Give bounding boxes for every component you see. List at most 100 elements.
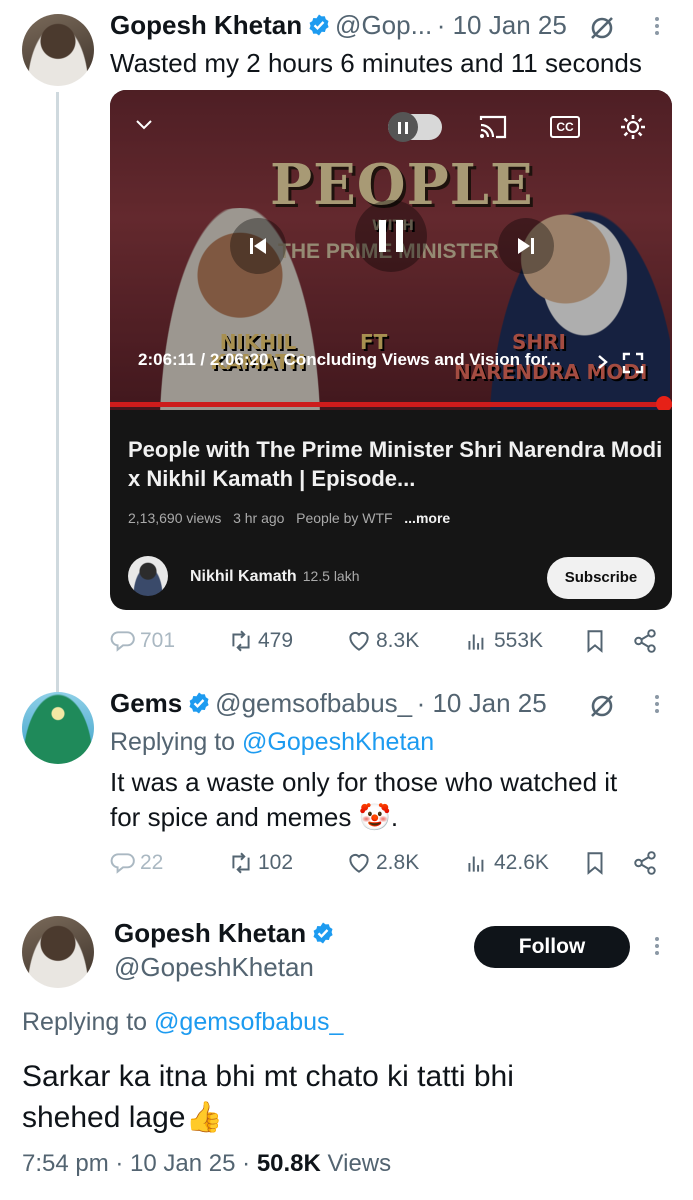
heart-icon [349,631,369,651]
author-handle[interactable]: @gemsofbabus_ [215,688,412,718]
author-avatar[interactable] [22,692,94,764]
author-name[interactable]: Gems [110,688,182,718]
author-handle[interactable]: @GopeshKhetan [114,952,314,983]
verified-badge-icon [313,922,333,944]
youtube-more-link[interactable]: ...more [404,510,450,526]
like-button[interactable]: 2.8K [346,850,419,876]
more-options-icon[interactable] [654,14,660,38]
author-name[interactable]: Gopesh Khetan [114,918,306,948]
autoplay-toggle[interactable] [388,112,442,142]
captions-button[interactable]: CC [550,116,580,138]
tweet-text: Wasted my 2 hours 6 minutes and 11 secon… [110,48,642,78]
share-icon [634,629,656,653]
video-time: 2:06:11 / 2:06:20 [138,350,269,369]
pause-button[interactable] [355,200,427,272]
skip-previous-icon [250,238,266,254]
settings-gear-icon[interactable] [618,112,648,142]
reply-button[interactable]: 22 [110,850,163,876]
retweet-count: 479 [258,629,294,652]
subscribe-button[interactable]: Subscribe [547,557,655,599]
tweet-header: Gopesh Khetan @Gop... · 10 Jan 25 [110,10,567,41]
author-handle[interactable]: @Gop... [335,10,432,40]
youtube-tags: People by WTF [296,510,393,526]
share-button[interactable] [632,850,658,876]
tweet1-action-bar: 701 479 8.3K 553K [110,628,670,660]
video-time-row: 2:06:11 / 2:06:20 · Concluding Views and… [138,350,561,370]
skip-next-icon [518,238,534,254]
channel-avatar[interactable] [128,556,168,596]
cast-icon[interactable] [478,114,508,140]
retweet-icon [232,630,250,652]
more-options-icon[interactable] [654,692,660,716]
more-options-icon[interactable] [654,934,660,958]
replying-prefix: Replying to [110,728,236,756]
youtube-video-title[interactable]: People with The Prime Minister Shri Nare… [128,435,668,493]
reply-count: 22 [140,851,164,874]
like-count: 2.8K [376,851,420,874]
analytics-icon [468,634,484,650]
replying-to-link[interactable]: @gemsofbabus_ [154,1008,343,1036]
author-avatar[interactable] [22,916,94,988]
tweet-header: Gems @gemsofbabus_ · 10 Jan 25 [110,688,547,719]
channel-info[interactable]: Nikhil Kamath 12.5 lakh [190,568,360,586]
replying-to-line: Replying to @gemsofbabus_ [22,1008,343,1037]
tweet-date[interactable]: · 10 Jan 25 [437,10,567,40]
channel-name[interactable]: Nikhil Kamath [190,568,297,585]
autoplay-pause-icon [398,122,408,134]
share-button[interactable] [632,628,658,654]
tweet-text-line-1: It was a waste only for those who watche… [110,767,618,797]
heart-icon [349,853,369,873]
collapse-chevron-icon[interactable] [132,112,156,136]
replying-to-link[interactable]: @GopeshKhetan [242,728,434,756]
thread-connector-line [56,92,59,696]
video-player[interactable]: PEOPLE WITH THE PRIME MINISTER NIKHIL KA… [110,90,672,410]
like-button[interactable]: 8.3K [346,628,419,654]
youtube-video-meta: 2,13,690 views 3 hr ago People by WTF ..… [128,510,450,526]
analytics-icon [468,856,484,872]
progress-scrubber[interactable] [656,396,672,410]
follow-button[interactable]: Follow [474,926,630,968]
bookmark-icon [587,852,603,875]
pause-icon [379,220,403,252]
views-button[interactable]: 553K [464,628,543,654]
bookmark-button[interactable] [582,850,608,876]
tweet-views-label: Views [327,1150,392,1177]
bookmark-icon [587,630,603,653]
next-button[interactable] [498,218,554,274]
bookmark-button[interactable] [582,628,608,654]
video-progress-bar[interactable] [110,396,672,410]
tweet-time[interactable]: 7:54 pm [22,1150,109,1177]
author-avatar[interactable] [22,14,94,86]
youtube-view-count: 2,13,690 views [128,510,222,526]
tweet-header: Gopesh Khetan [114,918,335,949]
reply-button[interactable]: 701 [110,628,175,654]
video-chapter[interactable]: · Concluding Views and Vision for... [273,350,560,369]
fullscreen-icon[interactable] [622,352,644,374]
tweet2-action-bar: 22 102 2.8K 42.6K [110,850,670,882]
previous-button[interactable] [230,218,286,274]
share-icon [634,851,656,875]
youtube-card[interactable]: PEOPLE WITH THE PRIME MINISTER NIKHIL KA… [110,90,672,610]
tweet-view-count: 50.8K [256,1150,321,1177]
tweet-date[interactable]: · 10 Jan 25 · [115,1150,250,1177]
like-count: 8.3K [376,629,420,652]
verified-badge-icon [189,692,209,714]
tweet-text-line-1: Sarkar ka itna bhi mt chato ki tatti bhi [22,1060,514,1093]
tweet-text-line-2: for spice and memes 🤡. [110,802,399,832]
retweet-button[interactable]: 102 [228,850,293,876]
author-name[interactable]: Gopesh Khetan [110,10,302,40]
view-count: 553K [494,629,544,652]
reply-count: 701 [140,629,176,652]
view-count: 42.6K [494,851,549,874]
verified-badge-icon [309,14,329,36]
tweet-footer: 7:54 pm · 10 Jan 25 · 50.8K Views [22,1150,391,1178]
grok-icon[interactable] [588,14,616,42]
retweet-button[interactable]: 479 [228,628,293,654]
chapter-chevron-icon[interactable] [596,354,610,370]
tweet-text-line-2: shehed lage👍 [22,1101,223,1134]
views-button[interactable]: 42.6K [464,850,549,876]
youtube-upload-age: 3 hr ago [233,510,285,526]
replying-to-line: Replying to @GopeshKhetan [110,728,434,757]
tweet-date[interactable]: · 10 Jan 25 [417,688,547,718]
grok-icon[interactable] [588,692,616,720]
